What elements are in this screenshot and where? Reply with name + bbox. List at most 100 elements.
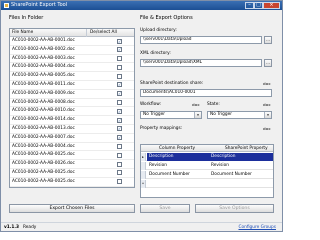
xml-directory-input[interactable]: \\serv001\Data\Upload\XML (140, 59, 262, 67)
file-row[interactable]: AC010-0002-AA-AB-0005.doc (10, 72, 134, 81)
file-checkbox[interactable] (117, 179, 122, 185)
file-row[interactable]: AC010-0002-AA-AB-0007.doc ✓ (10, 134, 134, 143)
file-name: AC010-0002-AA-AB-0025.doc (12, 152, 75, 158)
sharepoint-property-cell[interactable]: Revision (209, 162, 273, 170)
upload-browse-button[interactable]: ... (264, 36, 272, 44)
file-name: AC010-0002-AA-AB-0013.doc (12, 125, 75, 131)
options-panel-title: File & Export Options (140, 15, 193, 21)
file-row[interactable]: AC010-0002-AA-AB-0026.doc (10, 160, 134, 169)
file-name: AC010-0002-AA-AB-0008.doc (12, 99, 75, 105)
file-list-header: File Name De/select All (10, 29, 134, 37)
destination-share-label: SharePoint destination share: (140, 81, 204, 86)
file-row[interactable]: AC010-0002-AA-AB-0003.doc (10, 55, 134, 64)
close-button[interactable]: × (263, 2, 280, 9)
mappings-grid-header: Column Property SharePoint Property (141, 145, 273, 152)
file-checkbox[interactable]: ✓ (117, 82, 122, 88)
file-name: AC010-0002-AA-AB-0004.doc (12, 64, 75, 70)
file-row[interactable]: AC010-0002-AA-AB-0004.doc (10, 143, 134, 152)
file-checkbox[interactable]: ✓ (117, 135, 122, 141)
sharepoint-property-value: Revision (211, 163, 229, 168)
workflow-dropdown[interactable]: No Trigger ▾ (140, 111, 202, 119)
file-name-column-header[interactable]: File Name (12, 30, 33, 36)
window-title: SharePoint Export Tool (11, 2, 68, 8)
save-options-button[interactable]: Save Options (195, 204, 274, 213)
new-row-marker: * (141, 180, 146, 188)
column-property-cell[interactable]: Revision (147, 162, 209, 170)
mapping-row[interactable]: Revision Revision (141, 162, 273, 170)
file-checkbox[interactable] (117, 73, 122, 79)
file-name: AC010-0002-AA-AB-0009.doc (12, 90, 75, 96)
file-checkbox[interactable]: ✓ (117, 126, 122, 132)
file-checkbox[interactable]: ✓ (117, 117, 122, 123)
mapping-row[interactable]: ▸ Description Description (141, 153, 273, 161)
file-checkbox[interactable]: ✓ (117, 38, 122, 44)
file-checkbox[interactable] (117, 152, 122, 158)
row-selector[interactable]: ▸ (141, 153, 146, 161)
file-row[interactable]: AC010-0002-AA-AB-0013.doc ✓ (10, 125, 134, 134)
column-divider (86, 29, 87, 37)
state-label: State: (207, 102, 220, 107)
file-row[interactable]: AC010-0002-AA-AB-0004.doc (10, 63, 134, 73)
file-name: AC010-0002-AA-AB-0014.doc (12, 117, 75, 123)
file-name: AC010-0002-AA-AB-0026.doc (12, 161, 75, 167)
file-row[interactable]: AC010-0002-AA-AB-0008.doc (10, 99, 134, 108)
file-name: AC010-0002-AA-AB-0002.doc (12, 46, 75, 52)
state-value: No Trigger (210, 112, 233, 117)
sharepoint-property-cell[interactable]: Document Number (209, 171, 273, 179)
workflow-label: Workflow: (140, 102, 161, 107)
file-row[interactable]: AC010-0002-AA-AB-0014.doc ✓ (10, 116, 134, 125)
title-bar: SharePoint Export Tool – □ × (1, 1, 282, 10)
file-checkbox[interactable] (117, 56, 122, 62)
file-row[interactable]: AC010-0002-AA-AB-0025.doc (10, 178, 134, 187)
column-property-header[interactable]: Column Property (159, 145, 195, 152)
file-name: AC010-0002-AA-AB-0011.doc (12, 81, 75, 87)
mapping-row[interactable]: Document Number Document Number (141, 171, 273, 179)
sharepoint-property-header[interactable]: SharePoint Property (225, 145, 268, 152)
property-mappings-grid[interactable]: Column Property SharePoint Property ▸ Des… (140, 144, 274, 198)
xml-browse-button[interactable]: ... (264, 59, 272, 67)
file-checkbox[interactable] (117, 161, 122, 167)
file-checkbox[interactable]: ✓ (117, 47, 122, 53)
upload-directory-input[interactable]: \\serv001\Data\Upload (140, 36, 262, 44)
file-name: AC010-0002-AA-AB-0005.doc (12, 73, 75, 79)
file-row[interactable]: AC010-0002-AA-AB-0025.doc (10, 151, 134, 161)
configure-groups-link[interactable]: Configure Groups (238, 224, 276, 231)
file-checkbox[interactable]: ✓ (117, 91, 122, 97)
destination-doc-icon[interactable]: doc (263, 81, 271, 86)
sharepoint-property-value: Document Number (211, 172, 252, 177)
workflow-doc-icon[interactable]: doc (192, 102, 200, 107)
file-checkbox[interactable] (117, 144, 122, 150)
file-row[interactable]: AC010-0002-AA-AB-0002.doc ✓ (10, 46, 134, 55)
minimize-button[interactable]: – (245, 2, 254, 9)
row-selector[interactable] (141, 162, 146, 170)
row-selector[interactable] (141, 171, 146, 179)
column-property-cell[interactable]: Document Number (147, 171, 209, 179)
sharepoint-property-value: Description (211, 154, 236, 159)
state-doc-icon[interactable]: doc (263, 102, 271, 107)
file-checkbox[interactable] (117, 100, 122, 106)
xml-directory-label: XML directory: (140, 51, 171, 56)
save-button[interactable]: Save (140, 204, 190, 213)
destination-share-input[interactable]: Documents\AC010-0001 (140, 89, 272, 97)
state-dropdown[interactable]: No Trigger ▾ (207, 111, 272, 119)
file-row[interactable]: AC010-0002-AA-AB-0010.doc ✓ (10, 107, 134, 117)
deselect-all-header[interactable]: De/select All (90, 30, 117, 36)
chevron-down-icon: ▾ (194, 112, 201, 118)
file-checkbox[interactable] (117, 170, 122, 176)
file-row[interactable]: AC010-0002-AA-AB-0011.doc ✓ (10, 81, 134, 90)
mappings-doc-icon[interactable]: doc (263, 126, 271, 131)
mapping-new-row[interactable]: * (141, 180, 273, 188)
export-chosen-files-button[interactable]: Export Chosen Files (9, 204, 135, 213)
file-checkbox[interactable]: ✓ (117, 108, 122, 114)
file-checkbox[interactable] (117, 64, 122, 70)
file-row[interactable]: AC010-0002-AA-AB-0009.doc ✓ (10, 90, 134, 99)
column-property-cell[interactable]: Description (147, 153, 209, 161)
file-list[interactable]: File Name De/select All AC010-0002-AA-AB… (9, 28, 135, 188)
workflow-value: No Trigger (143, 112, 166, 117)
sharepoint-property-cell[interactable]: Description (209, 153, 273, 161)
file-row[interactable]: AC010-0002-AA-AB-0025.doc (10, 169, 134, 178)
maximize-button[interactable]: □ (254, 2, 263, 9)
file-row[interactable]: AC010-0002-AA-AB-0001.doc ✓ (10, 37, 134, 46)
app-window: SharePoint Export Tool – □ × Files In Fo… (0, 0, 283, 232)
status-text: Ready (23, 225, 37, 230)
